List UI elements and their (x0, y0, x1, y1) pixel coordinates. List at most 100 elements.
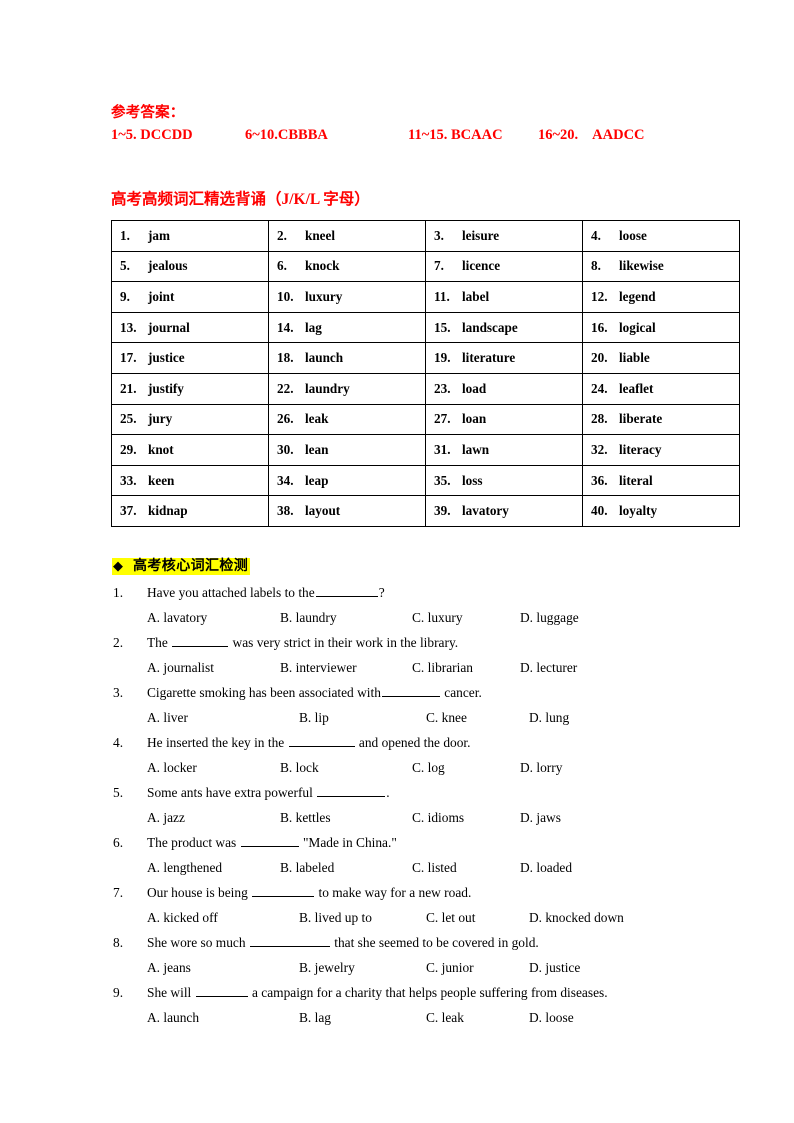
vocabulary-word: loose (619, 227, 647, 243)
option-d[interactable]: D. lecturer (520, 655, 577, 680)
vocabulary-word: loyalty (619, 503, 658, 519)
option-d[interactable]: D. lung (529, 705, 569, 730)
vocabulary-number: 2. (277, 227, 287, 243)
quiz-question: 9. She will a campaign for a charity that… (113, 980, 753, 1030)
option-d[interactable]: D. luggage (520, 605, 579, 630)
vocabulary-cell: 24. leaflet (582, 372, 740, 405)
answer-blank[interactable] (240, 834, 299, 847)
question-number: 5. (113, 785, 124, 800)
option-b[interactable]: B. lived up to (299, 905, 426, 930)
option-b[interactable]: B. lag (299, 1005, 426, 1030)
vocabulary-word: lag (305, 319, 322, 335)
vocabulary-word: launch (305, 350, 344, 366)
answer-group-2: 6~10.CBBBA (245, 127, 328, 143)
answer-group-3: 11~15. BCAAC (408, 127, 503, 143)
option-a[interactable]: A. journalist (147, 655, 280, 680)
vocabulary-word: kneel (305, 227, 336, 243)
vocabulary-word: literacy (619, 441, 662, 457)
vocabulary-word: lean (305, 441, 329, 457)
vocabulary-number: 16. (591, 319, 608, 335)
option-b[interactable]: B. interviewer (280, 655, 412, 680)
option-d[interactable]: D. jaws (520, 805, 561, 830)
option-b[interactable]: B. lock (280, 755, 412, 780)
vocabulary-cell: 14. lag (268, 311, 426, 344)
question-options: A. jeans B. jewelry C. junior D. justice (113, 955, 753, 980)
question-number: 8. (113, 935, 124, 950)
vocab-section-heading: 高考高频词汇精选背诵（J/K/L 字母） (111, 191, 370, 208)
question-stem: 1. Have you attached labels to the? (113, 580, 753, 605)
vocabulary-cell: 34. leap (268, 464, 426, 497)
option-a[interactable]: A. launch (147, 1005, 299, 1030)
quiz-heading-label: 高考核心词汇检测 (133, 559, 249, 574)
option-c[interactable]: C. librarian (412, 655, 520, 680)
answer-blank[interactable] (317, 784, 386, 797)
vocabulary-word: literature (462, 350, 516, 366)
option-c[interactable]: C. listed (412, 855, 520, 880)
vocabulary-table-row: 29. knot 30. lean 31. lawn 32. literacy (111, 434, 740, 466)
option-d[interactable]: D. knocked down (529, 905, 624, 930)
option-c[interactable]: C. let out (426, 905, 529, 930)
question-options: A. launch B. lag C. leak D. loose (113, 1005, 753, 1030)
option-a[interactable]: A. jeans (147, 955, 299, 980)
option-a[interactable]: A. lengthened (147, 855, 280, 880)
question-text-before: Our house is being (147, 885, 252, 900)
vocabulary-cell: 13. journal (111, 311, 269, 344)
answer-blank[interactable] (249, 934, 330, 947)
answer-blank[interactable] (315, 584, 378, 597)
vocabulary-word: literal (619, 472, 653, 488)
vocabulary-number: 21. (120, 380, 137, 396)
question-text-after: a campaign for a charity that helps peop… (248, 985, 608, 1000)
option-c[interactable]: C. luxury (412, 605, 520, 630)
vocabulary-number: 26. (277, 411, 294, 427)
vocabulary-table-row: 33. keen 34. leap 35. loss 36. literal (111, 464, 740, 497)
vocabulary-word: justify (148, 380, 184, 396)
option-b[interactable]: B. jewelry (299, 955, 426, 980)
option-d[interactable]: D. loose (529, 1005, 574, 1030)
quiz-question: 6. The product was "Made in China." A. len… (113, 830, 753, 880)
vocabulary-word: laundry (305, 380, 350, 396)
vocabulary-word: liable (619, 350, 650, 366)
vocabulary-word: likewise (619, 258, 664, 274)
answer-blank[interactable] (195, 984, 248, 997)
question-options: A. lengthened B. labeled C. listed D. loade… (113, 855, 753, 880)
option-c[interactable]: C. knee (426, 705, 529, 730)
option-a[interactable]: A. kicked off (147, 905, 299, 930)
question-stem: 4. He inserted the key in the and opened … (113, 730, 753, 755)
vocabulary-number: 27. (434, 411, 451, 427)
option-a[interactable]: A. liver (147, 705, 299, 730)
option-b[interactable]: B. lip (299, 705, 426, 730)
vocabulary-word: lavatory (462, 503, 509, 519)
question-stem: 5. Some ants have extra powerful . (113, 780, 753, 805)
option-d[interactable]: D. loaded (520, 855, 572, 880)
option-c[interactable]: C. idioms (412, 805, 520, 830)
vocabulary-cell: 11. label (425, 281, 583, 313)
answer-blank[interactable] (172, 634, 229, 647)
diamond-bullet-icon: ◆ (113, 558, 123, 573)
option-b[interactable]: B. labeled (280, 855, 412, 880)
option-b[interactable]: B. laundry (280, 605, 412, 630)
vocabulary-word: layout (305, 503, 341, 519)
option-a[interactable]: A. lavatory (147, 605, 280, 630)
answer-blank[interactable] (252, 884, 315, 897)
vocabulary-cell: 10. luxury (268, 281, 426, 313)
vocabulary-word: liberate (619, 411, 663, 427)
question-text-after: and opened the door. (355, 735, 471, 750)
option-d[interactable]: D. lorry (520, 755, 562, 780)
option-a[interactable]: A. jazz (147, 805, 280, 830)
vocabulary-cell: 22. laundry (268, 372, 426, 405)
question-number: 2. (113, 635, 124, 650)
option-a[interactable]: A. locker (147, 755, 280, 780)
option-c[interactable]: C. leak (426, 1005, 529, 1030)
option-c[interactable]: C. log (412, 755, 520, 780)
answer-blank[interactable] (381, 684, 440, 697)
answer-blank[interactable] (288, 734, 355, 747)
option-d[interactable]: D. justice (529, 955, 580, 980)
vocabulary-table-row: 5. jealous 6. knock 7. licence 8. likewise (111, 250, 740, 283)
vocabulary-cell: 1. jam (111, 220, 269, 252)
vocabulary-number: 20. (591, 350, 608, 366)
vocabulary-table: 1. jam 2. kneel 3. leisure 4. loose 5. jealous 6. k… (111, 220, 740, 527)
vocabulary-cell: 3. leisure (425, 220, 583, 252)
vocabulary-table-row: 37. kidnap 38. layout 39. lavatory 40. loyalty (111, 495, 740, 527)
option-b[interactable]: B. kettles (280, 805, 412, 830)
option-c[interactable]: C. junior (426, 955, 529, 980)
